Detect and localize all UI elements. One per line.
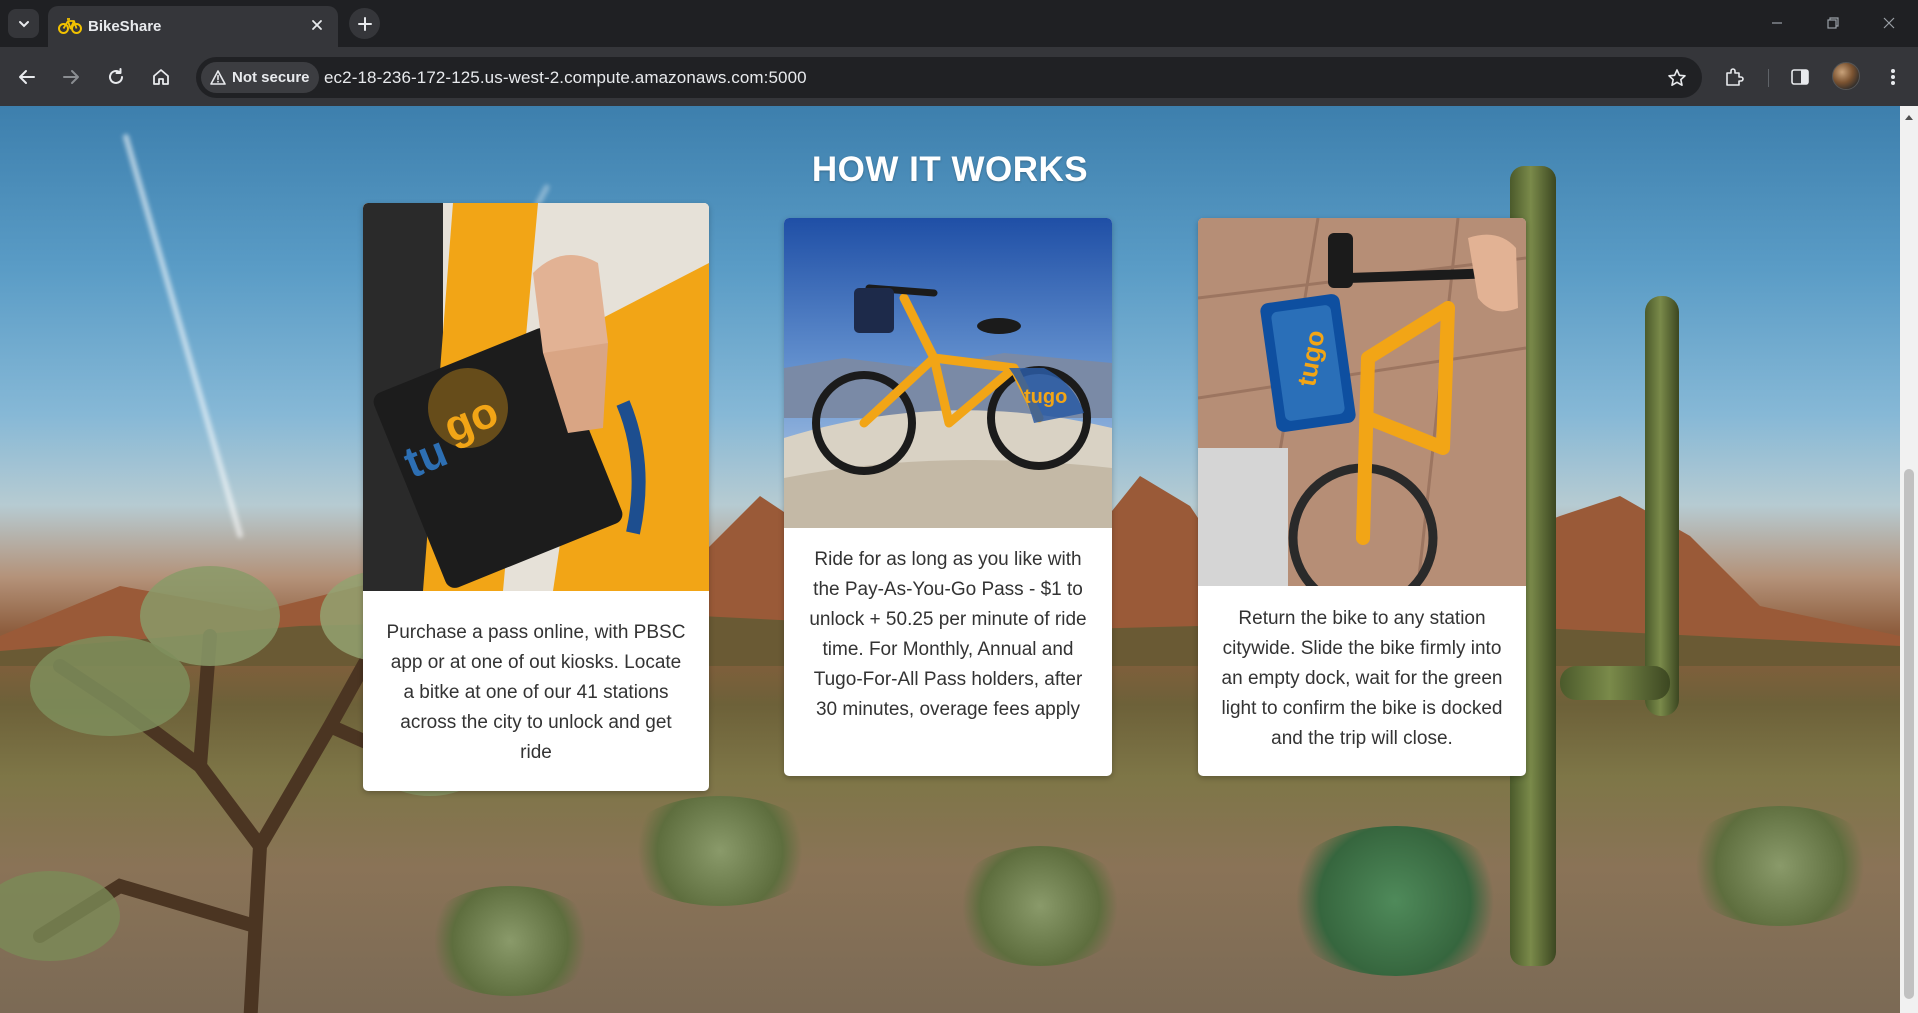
step-card-purchase: tu go Purchase a pass online, with PBSC … [363, 203, 709, 791]
card-description: Ride for as long as you like with the Pa… [809, 549, 1087, 720]
new-tab-button[interactable] [349, 8, 380, 39]
shrub-shape [420, 886, 600, 996]
back-button[interactable] [11, 61, 43, 93]
restore-button[interactable] [1818, 10, 1848, 36]
card-image-pass: tu go [363, 203, 709, 591]
browser-toolbar: Not secure ec2-18-236-172-125.us-west-2.… [0, 47, 1918, 106]
close-window-button[interactable] [1874, 10, 1904, 36]
tab-strip: BikeShare [0, 0, 1918, 47]
page-viewport: HOW IT WORKS tu go Purchase a pass onlin… [0, 106, 1900, 1013]
card-image-bike-mountain: tugo [784, 218, 1112, 528]
shrub-shape [950, 846, 1130, 966]
tab-search-button[interactable] [8, 9, 39, 38]
browser-menu-button[interactable] [1877, 61, 1909, 93]
card-image-docked-bike: tugo [1198, 218, 1526, 586]
minimize-icon [1772, 22, 1782, 24]
home-icon [153, 69, 169, 85]
chevron-down-icon [18, 20, 29, 27]
page-scrollbar[interactable] [1900, 106, 1918, 1013]
triangle-up-icon [1905, 114, 1913, 120]
toolbar-separator [1768, 69, 1769, 87]
forward-button[interactable] [55, 61, 87, 93]
home-button[interactable] [145, 61, 177, 93]
security-label: Not secure [232, 69, 310, 86]
side-panel-button[interactable] [1784, 61, 1816, 93]
profile-avatar[interactable] [1832, 62, 1860, 90]
card-description: Return the bike to any station citywide.… [1221, 608, 1503, 749]
address-bar[interactable]: Not secure ec2-18-236-172-125.us-west-2.… [196, 57, 1702, 98]
security-indicator[interactable]: Not secure [201, 62, 319, 93]
arrow-left-icon [19, 70, 35, 84]
scroll-thumb[interactable] [1904, 469, 1914, 999]
minimize-button[interactable] [1762, 10, 1792, 36]
bike-on-rock-illustration: tugo [784, 218, 1112, 528]
shrub-shape [620, 796, 820, 906]
restore-icon [1827, 17, 1839, 29]
close-icon [1883, 17, 1895, 29]
bicycle-icon [58, 18, 82, 34]
url-text[interactable]: ec2-18-236-172-125.us-west-2.compute.ama… [324, 68, 807, 88]
close-icon [312, 20, 322, 30]
hand-with-pass-illustration: tu go [363, 203, 709, 591]
reload-icon [109, 68, 123, 84]
section-title: HOW IT WORKS [811, 150, 1089, 189]
warning-triangle-icon [210, 70, 226, 85]
card-description: Purchase a pass online, with PBSC app or… [386, 622, 686, 763]
cactus-shape [1645, 296, 1679, 716]
arrow-right-icon [63, 70, 79, 84]
scroll-up-button[interactable] [1900, 110, 1918, 124]
docked-bike-illustration: tugo [1198, 218, 1526, 586]
step-card-return: tugo Return the bike to any station city… [1198, 218, 1526, 776]
bookmark-button[interactable] [1661, 62, 1692, 93]
reload-button[interactable] [100, 61, 132, 93]
svg-text:tugo: tugo [1024, 386, 1067, 408]
plus-icon [357, 16, 372, 31]
tab-close-button[interactable] [306, 14, 328, 36]
side-panel-icon [1791, 69, 1809, 85]
more-vertical-icon [1891, 69, 1895, 85]
extensions-button[interactable] [1718, 61, 1750, 93]
puzzle-icon [1726, 68, 1744, 86]
step-card-ride: tugo Ride for as long as you like with t… [784, 218, 1112, 776]
tab-title: BikeShare [88, 18, 162, 35]
shrub-shape [1680, 806, 1880, 926]
cactus-shape [1560, 666, 1670, 700]
browser-tab[interactable]: BikeShare [48, 6, 338, 47]
star-icon [1667, 68, 1686, 86]
shrub-shape [1280, 826, 1510, 976]
